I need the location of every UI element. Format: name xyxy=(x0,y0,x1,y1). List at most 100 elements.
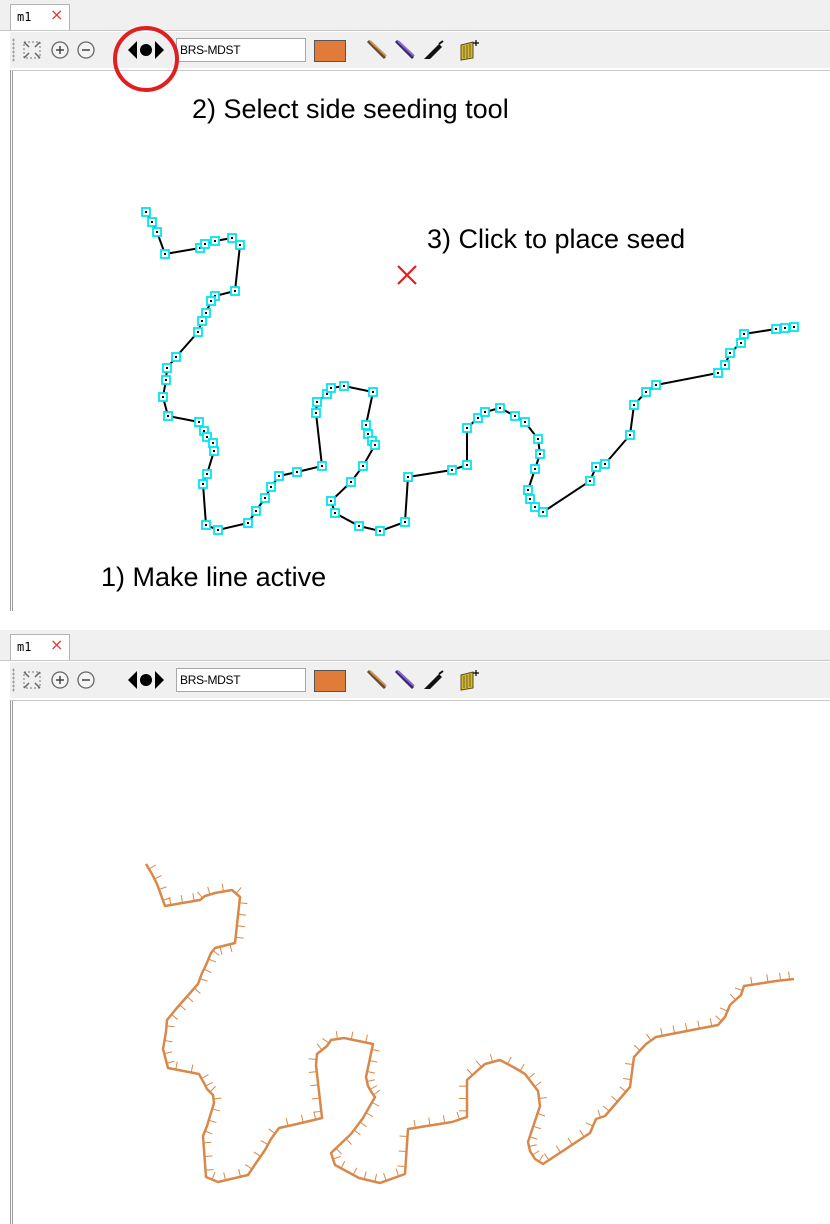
map-window-after: m1 × BRS-MDST xyxy=(0,630,830,1224)
seeded-line-drawing xyxy=(144,863,795,1185)
side-seed-tick xyxy=(532,1150,540,1156)
side-seed-tick xyxy=(209,1085,217,1093)
seeded-polyline xyxy=(144,863,795,1185)
side-seed-tick xyxy=(369,1060,378,1063)
side-seed-tick xyxy=(365,1112,374,1118)
side-seed-tick xyxy=(310,1084,319,1087)
side-seed-tick xyxy=(697,1020,700,1029)
vertex-dot xyxy=(247,522,249,524)
side-seed-tick xyxy=(371,1049,380,1052)
side-seed-tick xyxy=(192,893,195,902)
side-seed-tick xyxy=(180,895,183,904)
side-seed-tick xyxy=(709,1018,713,1027)
side-seed-tick xyxy=(374,1173,378,1182)
vertex-dot xyxy=(537,438,539,440)
side-seed-tick xyxy=(239,902,248,905)
vertex-dot xyxy=(527,489,529,491)
vertex-dot xyxy=(784,327,786,329)
side-seed-tick xyxy=(238,913,247,916)
vertex-dot xyxy=(205,524,207,526)
vertex-dot xyxy=(175,356,177,358)
side-seed-tick xyxy=(205,1169,214,1171)
side-seed-tick xyxy=(537,1113,546,1117)
vertex-dot xyxy=(234,290,236,292)
vertex-dot xyxy=(534,506,536,508)
vertex-dot xyxy=(350,481,352,483)
side-seed-tick xyxy=(166,1060,175,1064)
vertex-dot xyxy=(374,444,376,446)
vertex-dot xyxy=(198,421,200,423)
side-seed-tick xyxy=(245,1164,253,1170)
vertex-dot xyxy=(197,331,199,333)
side-seed-tick xyxy=(489,1054,493,1063)
side-seed-tick xyxy=(171,1014,179,1020)
vertex-dot xyxy=(372,391,374,393)
side-seed-tick xyxy=(300,1114,304,1123)
active-line-drawing xyxy=(113,26,799,536)
side-seed-tick xyxy=(579,1129,585,1138)
vertex-dot xyxy=(316,401,318,403)
side-seed-tick xyxy=(201,1074,209,1079)
vertex-dot xyxy=(214,240,216,242)
side-seed-tick xyxy=(734,987,743,991)
side-seed-tick xyxy=(788,971,790,980)
side-seed-tick xyxy=(353,1129,361,1136)
side-seed-tick xyxy=(322,1038,330,1044)
side-seed-tick xyxy=(466,1068,473,1076)
side-seed-tick xyxy=(555,1145,562,1153)
side-seed-tick xyxy=(311,1097,320,1100)
side-seed-tick xyxy=(352,1167,358,1175)
side-seed-tick xyxy=(684,1023,688,1032)
side-seed-tick xyxy=(316,1043,323,1051)
side-seed-tick xyxy=(221,883,224,892)
vertex-dot xyxy=(529,498,531,500)
side-seed-tick xyxy=(623,1077,632,1080)
side-seed-tick xyxy=(194,987,201,994)
side-seed-tick xyxy=(529,1136,538,1140)
vertex-dot xyxy=(205,312,207,314)
side-seed-tick xyxy=(204,1130,213,1135)
vertex-dot xyxy=(775,328,777,330)
vertex-dot xyxy=(330,387,332,389)
vertex-dot xyxy=(740,342,742,344)
side-seed-tick xyxy=(166,1025,175,1028)
side-seed-tick xyxy=(750,976,753,985)
side-seed-tick xyxy=(567,1137,573,1145)
side-seed-tick xyxy=(253,1151,261,1157)
vertex-dot xyxy=(524,421,526,423)
seed-x-marker xyxy=(397,265,417,285)
side-seed-tick xyxy=(383,1173,387,1181)
side-seed-tick xyxy=(766,974,769,983)
side-seed-tick xyxy=(413,1119,416,1128)
vertex-dot xyxy=(213,450,215,452)
vertex-dot xyxy=(201,320,203,322)
side-seed-tick xyxy=(519,1063,525,1072)
side-seed-tick xyxy=(313,1111,317,1120)
side-seed-tick xyxy=(475,1060,482,1068)
highlight-circle xyxy=(113,26,179,92)
vertex-dot xyxy=(542,511,544,513)
side-seed-tick xyxy=(175,1061,178,1070)
side-seed-tick xyxy=(365,1034,368,1043)
side-seed-tick xyxy=(158,886,167,890)
vertex-dot xyxy=(629,434,631,436)
side-seed-tick xyxy=(371,1101,380,1107)
side-seed-tick xyxy=(719,1007,728,1012)
vertex-dot xyxy=(365,424,367,426)
vertex-dot xyxy=(404,521,406,523)
side-seed-tick xyxy=(268,1128,276,1134)
side-seed-tick xyxy=(602,1105,610,1112)
side-seed-tick xyxy=(235,887,242,894)
side-seed-tick xyxy=(164,1051,173,1055)
vertex-dot xyxy=(484,411,486,413)
side-seed-tick xyxy=(528,1144,537,1147)
vertex-dot xyxy=(407,476,409,478)
side-seed-tick xyxy=(625,1062,634,1065)
side-seed-tick xyxy=(345,1138,352,1145)
vertex-dot xyxy=(204,243,206,245)
side-seed-tick xyxy=(229,944,233,953)
side-seed-tick xyxy=(672,1025,676,1034)
side-seed-tick xyxy=(367,1071,376,1074)
side-seed-tick xyxy=(779,972,781,981)
vertex-dot xyxy=(206,436,208,438)
